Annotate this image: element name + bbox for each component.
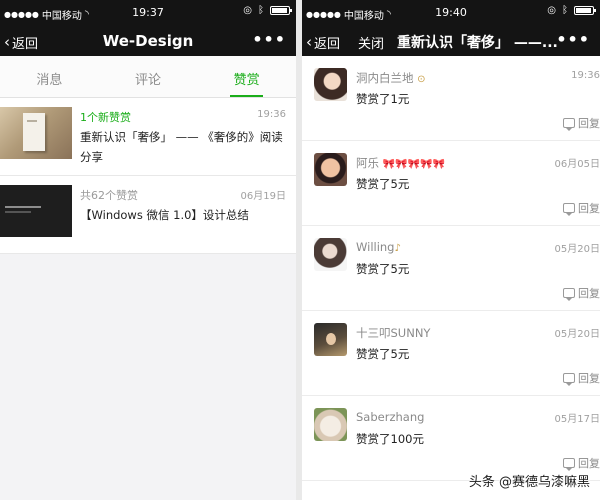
user-name: Willing <box>356 240 395 254</box>
close-button[interactable]: 关闭 <box>358 33 384 52</box>
page-title: 重新认识「奢侈」 ——... <box>397 35 558 51</box>
list-item: Willing♪ 赞赏了5元 05月20日 回复 <box>302 226 600 311</box>
appreciation-text: 赞赏了100元 <box>356 432 424 446</box>
battery-icon <box>270 6 292 15</box>
user-name: 十三叩SUNNY <box>356 326 431 340</box>
user-name: 阿乐 <box>356 156 379 170</box>
avatar[interactable] <box>314 238 347 271</box>
more-button[interactable]: ••• <box>556 30 590 49</box>
appreciation-list: 1个新赞赏 19:36 重新认识「奢侈」 —— 《奢侈的》阅读分享 共62个赞赏… <box>0 98 296 254</box>
appreciation-text: 赞赏了5元 <box>356 262 410 276</box>
article-title: 重新认识「奢侈」 —— 《奢侈的》阅读分享 <box>80 130 283 164</box>
list-item: 阿乐 🎀🎀🎀🎀🎀 赞赏了5元 06月05日 回复 <box>302 141 600 226</box>
comment-date: 05月20日 <box>554 244 600 255</box>
appreciation-count: 1个新赞赏 <box>80 111 131 124</box>
comment-icon <box>563 373 575 386</box>
status-bar: ●●●●● 中国移动 ◝ 19:37 ◎ ᛒ <box>0 0 296 26</box>
comment-icon <box>563 203 575 216</box>
reply-button[interactable]: 回复 <box>563 285 600 301</box>
comment-icon <box>563 458 575 471</box>
reply-button[interactable]: 回复 <box>563 115 600 131</box>
bow-emoji-icon: 🎀🎀🎀🎀🎀 <box>382 159 445 170</box>
avatar[interactable] <box>314 153 347 186</box>
nav-bar: ‹ 返回 关闭 重新认识「奢侈」 ——... ••• <box>302 26 600 56</box>
bluetooth-icon: ᛒ <box>562 5 568 16</box>
chevron-left-icon: ‹ <box>306 33 312 51</box>
comment-date: 19:36 <box>571 70 600 81</box>
notice-date: 06月19日 <box>240 191 286 202</box>
tab-appreciation[interactable]: 赞赏 <box>197 56 296 97</box>
back-label: 返回 <box>314 37 341 52</box>
badge-icon: ⊙ <box>417 74 426 85</box>
appreciation-text: 赞赏了5元 <box>356 347 410 361</box>
active-tab-underline <box>229 95 264 97</box>
right-phone-screen: ●●●●● 中国移动 ◝ 19:40 ◎ ᛒ ‹ 返回 关闭 重新认识「奢侈」 … <box>302 0 600 500</box>
alarm-icon: ◎ <box>547 5 556 16</box>
comment-date: 06月05日 <box>554 159 600 170</box>
notice-date: 19:36 <box>257 109 286 120</box>
comment-icon <box>563 118 575 131</box>
article-thumbnail <box>0 185 72 237</box>
battery-icon <box>574 6 596 15</box>
comment-date: 05月17日 <box>554 414 600 425</box>
appreciation-count: 共62个赞赏 <box>80 189 138 202</box>
tab-messages[interactable]: 消息 <box>0 56 99 97</box>
back-button[interactable]: ‹ 返回 <box>306 33 341 53</box>
avatar[interactable] <box>314 323 347 356</box>
left-phone-screen: ●●●●● 中国移动 ◝ 19:37 ◎ ᛒ ‹ 返回 We-Design ••… <box>0 0 296 500</box>
tab-bar: 消息 评论 赞赏 <box>0 56 296 98</box>
more-button[interactable]: ••• <box>252 30 286 49</box>
appreciation-text: 赞赏了5元 <box>356 177 410 191</box>
nav-bar: ‹ 返回 We-Design ••• <box>0 26 296 56</box>
tab-comments[interactable]: 评论 <box>99 56 198 97</box>
appreciation-comment-list: 洞内白兰地 ⊙ 赞赏了1元 19:36 回复 阿乐 🎀🎀🎀🎀🎀 赞赏了5元 06… <box>302 56 600 481</box>
alarm-icon: ◎ <box>243 5 252 16</box>
article-thumbnail <box>0 107 72 159</box>
reply-button[interactable]: 回复 <box>563 455 600 471</box>
list-item: 十三叩SUNNY 赞赏了5元 05月20日 回复 <box>302 311 600 396</box>
user-name: Saberzhang <box>356 410 425 424</box>
status-bar: ●●●●● 中国移动 ◝ 19:40 ◎ ᛒ <box>302 0 600 26</box>
list-item: 洞内白兰地 ⊙ 赞赏了1元 19:36 回复 <box>302 56 600 141</box>
list-item[interactable]: 1个新赞赏 19:36 重新认识「奢侈」 —— 《奢侈的》阅读分享 <box>0 98 296 176</box>
comment-date: 05月20日 <box>554 329 600 340</box>
reply-button[interactable]: 回复 <box>563 200 600 216</box>
avatar[interactable] <box>314 408 347 441</box>
list-item[interactable]: 共62个赞赏 06月19日 【Windows 微信 1.0】设计总结 <box>0 176 296 254</box>
article-title: 【Windows 微信 1.0】设计总结 <box>80 208 249 222</box>
music-note-icon: ♪ <box>394 243 401 254</box>
list-item: Saberzhang 赞赏了100元 05月17日 回复 <box>302 396 600 481</box>
watermark-text: 头条 @赛德乌漆嘛黑 <box>468 475 590 490</box>
bluetooth-icon: ᛒ <box>258 5 264 16</box>
comment-icon <box>563 288 575 301</box>
avatar[interactable] <box>314 68 347 101</box>
appreciation-text: 赞赏了1元 <box>356 92 410 106</box>
reply-button[interactable]: 回复 <box>563 370 600 386</box>
user-name: 洞内白兰地 <box>356 71 414 85</box>
